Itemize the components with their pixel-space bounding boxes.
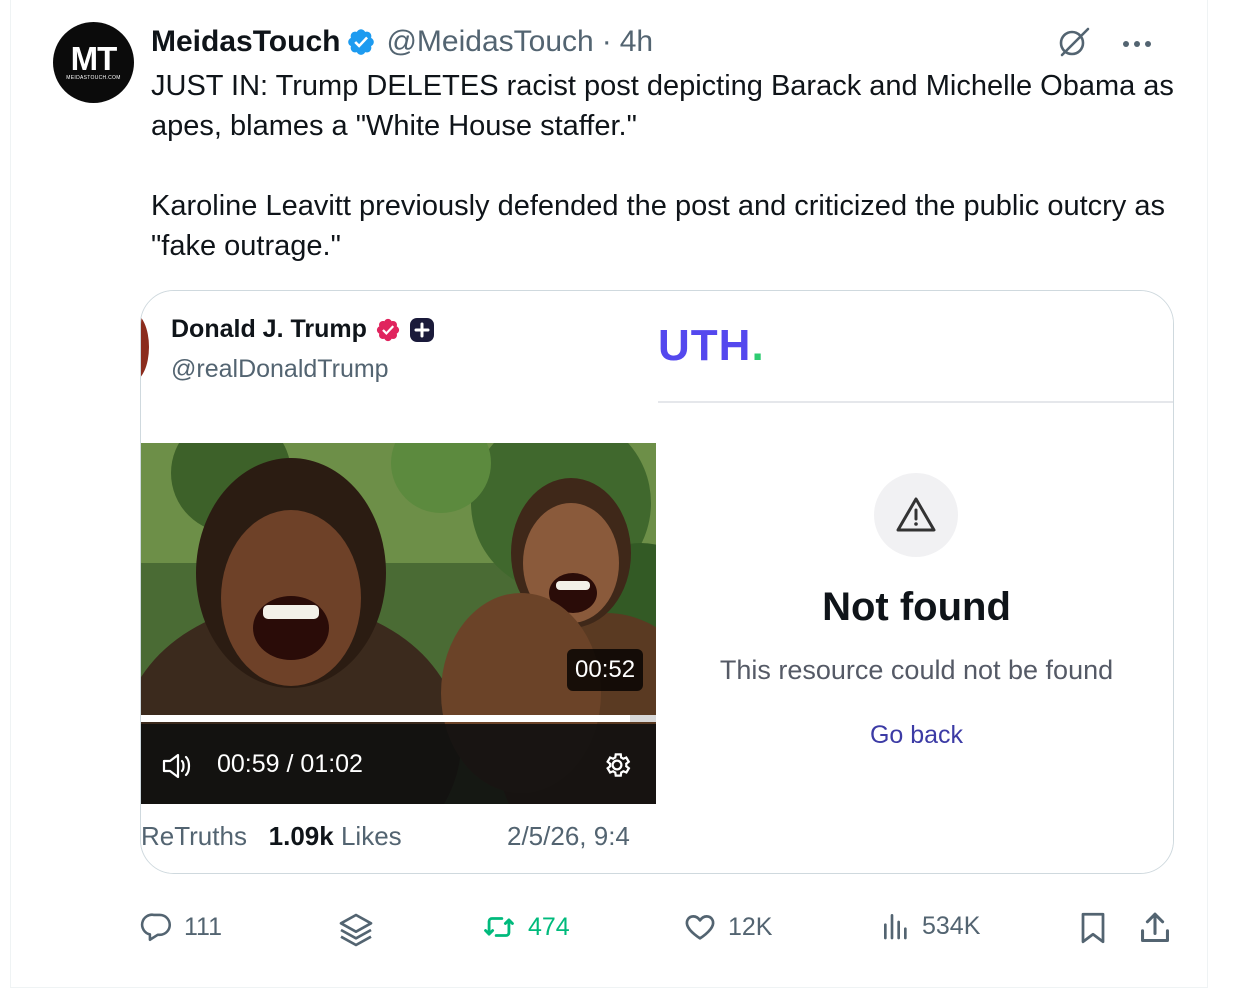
tweet-text: JUST IN: Trump DELETES racist post depic… — [151, 66, 1201, 266]
author-name[interactable]: MeidasTouch — [151, 25, 340, 59]
likes-label[interactable]: Likes — [341, 821, 402, 851]
video-progress-bar[interactable] — [141, 715, 656, 722]
likes-count: 1.09k — [268, 821, 334, 851]
bookmark-button[interactable] — [1078, 910, 1108, 946]
truth-logo-text: UTH — [658, 321, 752, 370]
embedded-stats: ReTruths 1.09k Likes — [141, 821, 402, 852]
views-button[interactable]: 534K — [880, 910, 980, 942]
embedded-author-name[interactable]: Donald J. Trump — [171, 315, 367, 344]
reply-button[interactable]: 111 — [140, 910, 222, 944]
retruths-label[interactable]: ReTruths — [141, 821, 247, 851]
video-time: 00:59 / 01:02 — [217, 750, 363, 778]
analytics-icon — [884, 914, 907, 940]
avatar-subtext: MEIDASTOUCH.COM — [66, 75, 121, 81]
video-duration-badge: 00:52 — [567, 649, 644, 691]
embedded-card[interactable]: Donald J. Trump @realDonaldTrump 00:52 0… — [140, 290, 1174, 874]
warning-triangle-icon — [896, 497, 936, 532]
views-count: 534K — [922, 911, 981, 940]
tweet-time[interactable]: 4h — [620, 25, 653, 59]
truth-not-found-panel: UTH. Not found This resource could not b… — [658, 291, 1173, 873]
share-button[interactable] — [1138, 910, 1172, 946]
embedded-handle[interactable]: @realDonaldTrump — [171, 355, 389, 384]
video-player[interactable]: 00:52 00:59 / 01:02 — [141, 443, 656, 804]
avatar[interactable]: MT MEIDASTOUCH.COM — [53, 22, 134, 103]
grok-icon[interactable] — [1056, 24, 1092, 65]
like-button[interactable]: 12K — [682, 910, 772, 944]
retweet-icon — [484, 917, 514, 937]
author-handle[interactable]: @MeidasTouch — [386, 25, 593, 59]
reply-count: 111 — [184, 912, 223, 941]
video-controls: 00:59 / 01:02 — [141, 724, 656, 804]
more-options-icon[interactable] — [1122, 36, 1152, 54]
like-count: 12K — [728, 912, 773, 941]
layers-icon — [339, 913, 373, 947]
retweet-count: 474 — [528, 912, 570, 941]
go-back-link[interactable]: Go back — [658, 721, 1173, 750]
tweet-actions: 111 474 12K 534K — [140, 910, 1180, 956]
layers-button[interactable] — [336, 910, 376, 950]
bookmark-icon — [1081, 912, 1105, 944]
embedded-author: Donald J. Trump — [171, 315, 435, 344]
avatar-monogram: MT — [70, 40, 118, 77]
embedded-date: 2/5/26, 9:4 — [507, 821, 630, 851]
verified-badge-icon — [375, 317, 401, 343]
plus-badge-icon — [409, 317, 435, 343]
verified-badge-icon[interactable] — [346, 27, 376, 57]
video-progress-fill — [141, 715, 631, 722]
tweet-header: MeidasTouch @MeidasTouch · 4h — [151, 22, 653, 62]
warning-badge — [874, 473, 958, 557]
retweet-button[interactable]: 474 — [480, 910, 570, 944]
embedded-post[interactable]: Donald J. Trump @realDonaldTrump 00:52 0… — [141, 291, 658, 873]
tweet-paragraph-1: JUST IN: Trump DELETES racist post depic… — [151, 70, 1174, 142]
top-icons — [1056, 24, 1152, 65]
not-found-title: Not found — [822, 585, 1011, 629]
share-icon — [1141, 912, 1169, 942]
settings-gear-icon[interactable] — [602, 750, 632, 785]
reply-icon — [140, 913, 172, 942]
header-divider — [658, 401, 1173, 403]
truth-logo-dot: . — [751, 321, 765, 370]
heart-icon — [685, 915, 715, 940]
embedded-avatar[interactable] — [141, 313, 149, 381]
tweet-paragraph-2: Karoline Leavitt previously defended the… — [151, 190, 1165, 262]
header-separator: · — [601, 25, 612, 58]
not-found-subtitle: This resource could not be found — [719, 655, 1114, 685]
volume-icon[interactable] — [161, 752, 193, 785]
truth-social-logo[interactable]: UTH. — [658, 321, 765, 371]
